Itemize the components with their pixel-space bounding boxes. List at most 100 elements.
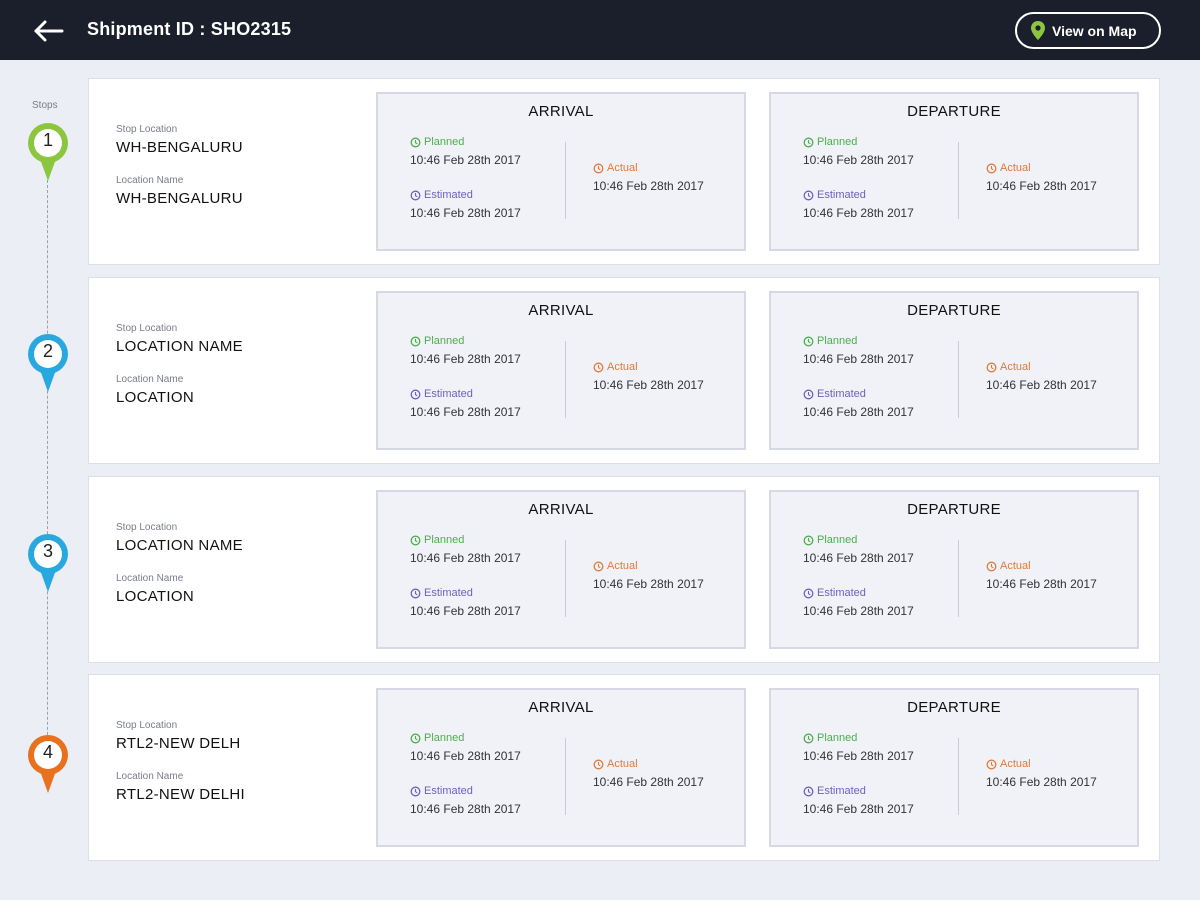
stop-card-4[interactable]: Stop Location RTL2-NEW DELH Location Nam… (88, 674, 1160, 861)
actual-time: 10:46 Feb 28th 2017 (986, 577, 1097, 591)
actual-block: Actual 10:46 Feb 28th 2017 (593, 560, 704, 591)
actual-time: 10:46 Feb 28th 2017 (986, 775, 1097, 789)
back-button[interactable] (30, 16, 70, 46)
departure-panel: DEPARTURE Planned 10:46 Feb 28th 2017 Es… (769, 490, 1139, 649)
planned-time: 10:46 Feb 28th 2017 (803, 551, 914, 565)
location-name-value: WH-BENGALURU (116, 190, 243, 207)
clock-icon (593, 362, 604, 372)
clock-icon (803, 190, 814, 200)
estimated-time: 10:46 Feb 28th 2017 (803, 604, 914, 618)
departure-panel: DEPARTURE Planned 10:46 Feb 28th 2017 Es… (769, 291, 1139, 450)
actual-block: Actual 10:46 Feb 28th 2017 (986, 560, 1097, 591)
planned-block: Planned 10:46 Feb 28th 2017 (803, 136, 914, 167)
arrival-panel: ARRIVAL Planned 10:46 Feb 28th 2017 Esti… (376, 490, 746, 649)
actual-time: 10:46 Feb 28th 2017 (593, 179, 704, 193)
stop-location-block: Stop Location RTL2-NEW DELH (116, 720, 240, 752)
stops-label: Stops (32, 100, 58, 111)
stop-card-1[interactable]: Stop Location WH-BENGALURU Location Name… (88, 78, 1160, 265)
estimated-time: 10:46 Feb 28th 2017 (803, 802, 914, 816)
actual-label: Actual (607, 758, 638, 770)
location-name-block: Location Name WH-BENGALURU (116, 175, 243, 207)
departure-title: DEPARTURE (907, 103, 1001, 120)
planned-label: Planned (817, 136, 858, 148)
estimated-label: Estimated (817, 785, 866, 797)
planned-label: Planned (424, 732, 465, 744)
stop-marker-3: 3 (26, 532, 70, 592)
arrival-panel: ARRIVAL Planned 10:46 Feb 28th 2017 Esti… (376, 92, 746, 251)
estimated-label: Estimated (424, 388, 473, 400)
estimated-time: 10:46 Feb 28th 2017 (803, 206, 914, 220)
planned-label: Planned (817, 732, 858, 744)
actual-time: 10:46 Feb 28th 2017 (593, 775, 704, 789)
stop-number: 2 (42, 341, 53, 361)
estimated-block: Estimated 10:46 Feb 28th 2017 (803, 785, 914, 816)
planned-block: Planned 10:46 Feb 28th 2017 (803, 335, 914, 366)
departure-title: DEPARTURE (907, 501, 1001, 518)
stop-location-label: Stop Location (116, 522, 178, 533)
planned-time: 10:46 Feb 28th 2017 (410, 749, 521, 763)
location-name-label: Location Name (116, 573, 184, 584)
departure-title: DEPARTURE (907, 699, 1001, 716)
planned-time: 10:46 Feb 28th 2017 (803, 749, 914, 763)
stop-location-label: Stop Location (116, 323, 178, 334)
planned-block: Planned 10:46 Feb 28th 2017 (803, 732, 914, 763)
location-name-value: LOCATION (116, 389, 194, 406)
estimated-block: Estimated 10:46 Feb 28th 2017 (410, 587, 521, 618)
location-name-value: RTL2-NEW DELHI (116, 786, 245, 803)
actual-block: Actual 10:46 Feb 28th 2017 (593, 162, 704, 193)
location-name-value: LOCATION (116, 588, 194, 605)
stop-marker-1: 1 (26, 121, 70, 181)
clock-icon (803, 389, 814, 399)
estimated-label: Estimated (424, 189, 473, 201)
divider (958, 341, 959, 418)
view-on-map-label: View on Map (1052, 22, 1137, 39)
clock-icon (410, 389, 421, 399)
clock-icon (593, 759, 604, 769)
clock-icon (803, 786, 814, 796)
actual-time: 10:46 Feb 28th 2017 (593, 378, 704, 392)
stop-location-label: Stop Location (116, 124, 178, 135)
estimated-block: Estimated 10:46 Feb 28th 2017 (410, 189, 521, 220)
actual-label: Actual (607, 560, 638, 572)
clock-icon (593, 561, 604, 571)
clock-icon (410, 535, 421, 545)
arrival-title: ARRIVAL (528, 302, 594, 319)
estimated-time: 10:46 Feb 28th 2017 (410, 604, 521, 618)
actual-block: Actual 10:46 Feb 28th 2017 (593, 758, 704, 789)
actual-block: Actual 10:46 Feb 28th 2017 (986, 758, 1097, 789)
stop-location-block: Stop Location LOCATION NAME (116, 522, 243, 554)
stop-location-label: Stop Location (116, 720, 178, 731)
stop-card-3[interactable]: Stop Location LOCATION NAME Location Nam… (88, 476, 1160, 663)
actual-block: Actual 10:46 Feb 28th 2017 (593, 361, 704, 392)
location-name-label: Location Name (116, 175, 184, 186)
actual-block: Actual 10:46 Feb 28th 2017 (986, 162, 1097, 193)
divider (565, 341, 566, 418)
arrival-title: ARRIVAL (528, 501, 594, 518)
planned-block: Planned 10:46 Feb 28th 2017 (410, 732, 521, 763)
arrow-left-icon (34, 20, 64, 42)
stop-location-value: WH-BENGALURU (116, 139, 243, 156)
clock-icon (410, 786, 421, 796)
estimated-block: Estimated 10:46 Feb 28th 2017 (803, 587, 914, 618)
planned-time: 10:46 Feb 28th 2017 (410, 352, 521, 366)
estimated-label: Estimated (424, 785, 473, 797)
location-name-label: Location Name (116, 771, 184, 782)
stop-card-2[interactable]: Stop Location LOCATION NAME Location Nam… (88, 277, 1160, 464)
stop-location-value: LOCATION NAME (116, 338, 243, 355)
view-on-map-button[interactable]: View on Map (1015, 12, 1161, 49)
estimated-label: Estimated (817, 388, 866, 400)
actual-block: Actual 10:46 Feb 28th 2017 (986, 361, 1097, 392)
stop-location-value: LOCATION NAME (116, 537, 243, 554)
stop-number: 4 (42, 742, 53, 762)
arrival-title: ARRIVAL (528, 699, 594, 716)
estimated-time: 10:46 Feb 28th 2017 (410, 802, 521, 816)
planned-label: Planned (424, 335, 465, 347)
estimated-label: Estimated (817, 189, 866, 201)
clock-icon (593, 163, 604, 173)
arrival-title: ARRIVAL (528, 103, 594, 120)
clock-icon (803, 535, 814, 545)
estimated-time: 10:46 Feb 28th 2017 (410, 405, 521, 419)
divider (958, 142, 959, 219)
planned-time: 10:46 Feb 28th 2017 (410, 551, 521, 565)
stop-location-block: Stop Location LOCATION NAME (116, 323, 243, 355)
